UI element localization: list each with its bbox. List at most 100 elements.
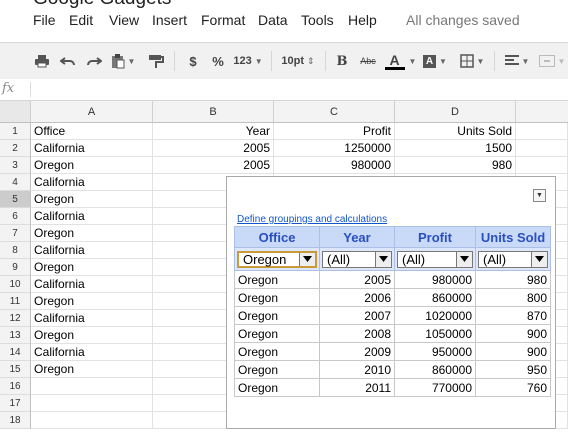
cell-d[interactable]: 980 (395, 157, 516, 174)
row-header[interactable]: 9 (0, 259, 31, 276)
cell-e[interactable] (516, 140, 568, 157)
menu-view[interactable]: View (109, 12, 139, 28)
row-header[interactable]: 5 (0, 191, 31, 208)
row-header[interactable]: 10 (0, 276, 31, 293)
dropdown-button[interactable] (299, 252, 315, 266)
bold-button[interactable]: B (335, 51, 349, 71)
select-all-corner[interactable] (0, 101, 31, 123)
cell-e[interactable] (516, 123, 568, 140)
row-header[interactable]: 12 (0, 310, 31, 327)
cell-a[interactable]: Office (31, 123, 153, 140)
column-header-d[interactable]: D (395, 101, 516, 123)
row-header[interactable]: 3 (0, 157, 31, 174)
cell-a[interactable]: California (31, 208, 153, 225)
filter-cell-office: Oregon (234, 247, 320, 271)
cell-b[interactable]: Year (153, 123, 274, 140)
cell-a[interactable]: Oregon (31, 361, 153, 378)
cell-a[interactable]: Oregon (31, 293, 153, 310)
column-header-e[interactable] (516, 101, 568, 123)
office-filter-select[interactable]: Oregon (237, 250, 317, 268)
align-button[interactable]: ▼ (500, 51, 534, 71)
column-header-a[interactable]: A (31, 101, 153, 123)
menu-tools[interactable]: Tools (301, 12, 334, 28)
row-header[interactable]: 17 (0, 395, 31, 412)
units-sold-filter-select[interactable]: (All) (478, 250, 548, 268)
pivot-header-office[interactable]: Office (234, 226, 320, 248)
row-header[interactable]: 1 (0, 123, 31, 140)
row-header[interactable]: 11 (0, 293, 31, 310)
number-format-dropdown[interactable]: 123 ▼ (231, 51, 265, 71)
percent-format-button[interactable]: % (210, 51, 226, 71)
cell-a[interactable]: California (31, 276, 153, 293)
cell-a[interactable]: Oregon (31, 157, 153, 174)
define-groupings-link[interactable]: Define groupings and calculations (237, 214, 387, 225)
cell-c[interactable]: Profit (274, 123, 395, 140)
column-header-b[interactable]: B (153, 101, 274, 123)
strikethrough-button[interactable]: Abc (357, 51, 379, 71)
row-header[interactable]: 4 (0, 174, 31, 191)
text-color-icon: A (384, 51, 406, 71)
cell-a[interactable]: Oregon (31, 327, 153, 344)
gadget-menu-button[interactable]: ▼ (533, 189, 546, 202)
cell-a[interactable] (31, 412, 153, 429)
paste-format-button[interactable]: ▼ (110, 51, 136, 71)
dropdown-button[interactable] (531, 251, 547, 267)
currency-format-button[interactable]: $ (186, 51, 200, 71)
row-header[interactable]: 16 (0, 378, 31, 395)
year-filter-select[interactable]: (All) (322, 250, 392, 268)
merge-cells-button[interactable]: ▼ (538, 51, 566, 71)
cell-a[interactable] (31, 378, 153, 395)
paint-format-button[interactable] (145, 51, 167, 71)
row-header[interactable]: 6 (0, 208, 31, 225)
cell-e[interactable] (516, 157, 568, 174)
cell-a[interactable]: California (31, 140, 153, 157)
redo-button[interactable] (84, 51, 104, 71)
cell-c[interactable]: 1250000 (274, 140, 395, 157)
pivot-cell-year: 2005 (319, 270, 395, 289)
cell-a[interactable]: Oregon (31, 225, 153, 242)
menu-edit[interactable]: Edit (69, 12, 93, 28)
column-header-c[interactable]: C (274, 101, 395, 123)
row-header[interactable]: 15 (0, 361, 31, 378)
pivot-header-year[interactable]: Year (319, 226, 395, 248)
dropdown-button[interactable] (456, 251, 472, 267)
cell-a[interactable]: California (31, 344, 153, 361)
menu-insert[interactable]: Insert (152, 12, 187, 28)
row-header[interactable]: 8 (0, 242, 31, 259)
cell-a[interactable] (31, 395, 153, 412)
menu-file[interactable]: File (33, 12, 56, 28)
cell-a[interactable]: California (31, 242, 153, 259)
menu-help[interactable]: Help (348, 12, 377, 28)
cell-a[interactable]: California (31, 174, 153, 191)
row-header[interactable]: 2 (0, 140, 31, 157)
row-header[interactable]: 18 (0, 412, 31, 429)
cell-a[interactable]: California (31, 310, 153, 327)
pivot-cell-year: 2006 (319, 288, 395, 307)
cell-b[interactable]: 2005 (153, 157, 274, 174)
font-size-dropdown[interactable]: 10pt ⇕ (280, 51, 316, 71)
profit-filter-select[interactable]: (All) (397, 250, 473, 268)
toolbar-divider (325, 51, 326, 71)
row-header[interactable]: 14 (0, 344, 31, 361)
pivot-header-units-sold[interactable]: Units Sold (475, 226, 551, 248)
cell-c[interactable]: 980000 (274, 157, 395, 174)
print-button[interactable] (32, 51, 52, 71)
undo-icon (60, 57, 75, 66)
menu-data[interactable]: Data (258, 12, 288, 28)
borders-button[interactable]: ▼ (456, 51, 488, 71)
row-header[interactable]: 13 (0, 327, 31, 344)
row-header[interactable]: 7 (0, 225, 31, 242)
dropdown-button[interactable] (375, 251, 391, 267)
cell-a[interactable]: Oregon (31, 259, 153, 276)
pivot-header-profit[interactable]: Profit (394, 226, 476, 248)
text-color-button[interactable]: A ▼ (382, 51, 418, 71)
menu-format[interactable]: Format (201, 12, 245, 28)
cell-d[interactable]: Units Sold (395, 123, 516, 140)
document-title[interactable]: Google Gadgets (33, 0, 171, 10)
clipboard-icon (111, 54, 125, 69)
cell-a[interactable]: Oregon (31, 191, 153, 208)
undo-button[interactable] (58, 51, 78, 71)
cell-b[interactable]: 2005 (153, 140, 274, 157)
fill-color-button[interactable]: A ▼ (420, 51, 450, 71)
cell-d[interactable]: 1500 (395, 140, 516, 157)
